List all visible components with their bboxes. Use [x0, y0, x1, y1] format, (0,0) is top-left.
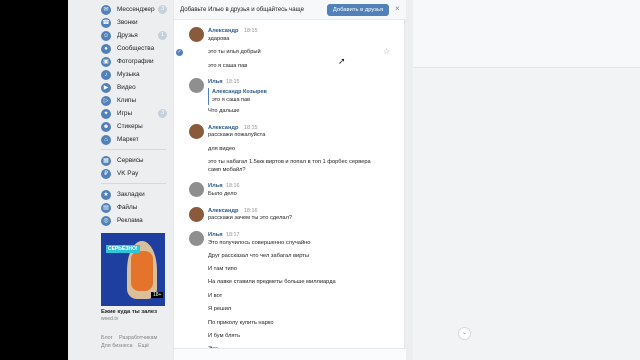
- add-friend-button[interactable]: Добавить в друзья: [327, 4, 389, 16]
- add-friend-text: Добавьте Илью в друзья и общайтесь чаще: [180, 6, 304, 13]
- video-frame: ✉ Мессенджер 3 ☎ Звонки ☺ Друзья 1 ● Сообществ…: [0, 0, 640, 360]
- avatar[interactable]: [189, 27, 204, 42]
- sidebar-item-music[interactable]: ♪ Музыка: [68, 68, 168, 81]
- quoted-message[interactable]: Александр Козырев это я саша пав: [208, 88, 308, 105]
- footer-link-blog[interactable]: Блог: [101, 335, 113, 341]
- games-icon: ✦: [101, 108, 111, 119]
- message-text: И бум блять: [208, 333, 241, 339]
- ad-url[interactable]: weed.tv: [101, 316, 118, 322]
- bookmark-icon: ★: [101, 189, 111, 200]
- message-text: это я саша пав: [208, 63, 248, 69]
- sticker-icon: ☻: [101, 121, 111, 132]
- message-time: 18:15: [226, 79, 240, 85]
- groups-icon: ●: [101, 43, 111, 54]
- vkpay-icon: ₽: [101, 168, 111, 179]
- music-icon: ♪: [101, 69, 111, 80]
- message-input-bar[interactable]: [174, 348, 406, 360]
- sidebar-divider: [101, 183, 166, 184]
- cursor-icon: ➚: [338, 56, 346, 66]
- ads-icon: ◎: [101, 215, 111, 226]
- chevron-down-icon[interactable]: ⌄: [458, 327, 471, 340]
- check-icon[interactable]: ✓: [176, 49, 183, 56]
- message-text: И вот: [208, 293, 223, 299]
- message-text: По приколу купить нарко: [208, 320, 274, 326]
- sidebar-item-market[interactable]: ⌂ Маркет: [68, 133, 168, 146]
- footer-link-more[interactable]: Ещё: [138, 343, 149, 349]
- friends-badge: 1: [158, 31, 167, 40]
- sidebar-item-vkpay[interactable]: ₽ VK Pay: [68, 167, 168, 180]
- avatar[interactable]: [189, 231, 204, 246]
- sidebar-item-games[interactable]: ✦ Игры 3: [68, 107, 168, 120]
- close-icon[interactable]: ×: [395, 4, 400, 13]
- avatar[interactable]: [189, 207, 204, 222]
- message-author[interactable]: Илья: [208, 79, 223, 85]
- message-text: это ты илья добрый: [208, 49, 261, 55]
- sidebar-item-clips[interactable]: ▷ Клипы: [68, 94, 168, 107]
- footer-link-dev[interactable]: Разработчикам: [119, 335, 157, 341]
- avatar[interactable]: [189, 124, 204, 139]
- files-icon: ▤: [101, 202, 111, 213]
- message-text: расскажи пожалуйста: [208, 132, 266, 138]
- message-text: Что дальше: [208, 108, 240, 114]
- vk-window: ✉ Мессенджер 3 ☎ Звонки ☺ Друзья 1 ● Сообществ…: [68, 0, 640, 360]
- games-badge: 3: [158, 109, 167, 118]
- services-icon: ▦: [101, 155, 111, 166]
- message-author[interactable]: Илья: [208, 183, 223, 189]
- age-rating: 18+: [151, 292, 164, 298]
- ad-figure-shirt: [131, 251, 153, 291]
- message-text: На лавке ставили предметы больше миллиар…: [208, 279, 336, 285]
- sidebar-item-messenger[interactable]: ✉ Мессенджер 3: [68, 3, 168, 16]
- message-text: Это получилось совершенно случайно: [208, 240, 311, 246]
- avatar[interactable]: [189, 78, 204, 93]
- message-text: самп мобайл?: [208, 167, 246, 173]
- sidebar-item-friends[interactable]: ☺ Друзья 1: [68, 29, 168, 42]
- photo-icon: ▣: [101, 56, 111, 67]
- message-text: Было дело: [208, 191, 237, 197]
- sidebar-item-photos[interactable]: ▣ Фотографии: [68, 55, 168, 68]
- message-author[interactable]: Илья: [208, 232, 223, 238]
- sidebar-item-files[interactable]: ▤ Файлы: [68, 201, 168, 214]
- message-text: И там типо: [208, 266, 237, 272]
- unread-badge: 3: [158, 5, 167, 14]
- message-text: это ты набагал 1.5ккк виртов и попал в т…: [208, 159, 371, 165]
- star-icon[interactable]: ☆: [383, 47, 390, 56]
- market-icon: ⌂: [101, 134, 111, 145]
- footer-link-business[interactable]: Для бизнеса: [101, 343, 132, 349]
- quote-text: это я саша пав: [212, 97, 251, 103]
- sidebar-item-video[interactable]: ▶ Видео: [68, 81, 168, 94]
- quote-author: Александр Козырев: [212, 89, 267, 95]
- sidebar-item-services[interactable]: ▦ Сервисы: [68, 154, 168, 167]
- chat-icon: ✉: [101, 4, 111, 15]
- message-time: 18:15: [244, 28, 258, 34]
- friends-icon: ☺: [101, 30, 111, 41]
- add-friend-bar: Добавьте Илью в друзья и общайтесь чаще …: [174, 0, 406, 20]
- chat-panel: Добавьте Илью в друзья и общайтесь чаще …: [173, 0, 471, 360]
- sidebar-item-calls[interactable]: ☎ Звонки: [68, 16, 168, 29]
- ad-banner[interactable]: СЕРЬЁЗНО! 18+: [101, 233, 165, 306]
- sidebar-item-groups[interactable]: ● Сообщества: [68, 42, 168, 55]
- sidebar-item-ads[interactable]: ◎ Реклама: [68, 214, 168, 227]
- sidebar-divider: [101, 149, 166, 150]
- message-text: расскажи зачем ты это сделал?: [208, 215, 293, 221]
- avatar[interactable]: [189, 182, 204, 197]
- right-panel-card: [413, 0, 640, 68]
- message-text: Я решил: [208, 306, 232, 312]
- sidebar: ✉ Мессенджер 3 ☎ Звонки ☺ Друзья 1 ● Сообществ…: [68, 0, 168, 360]
- message-text: для видео: [208, 146, 236, 152]
- message-text: здарова: [208, 36, 230, 42]
- message-time: 18:16: [226, 183, 240, 189]
- sidebar-item-stickers[interactable]: ☻ Стикеры: [68, 120, 168, 133]
- message-time: 18:17: [226, 232, 240, 238]
- ad-badge: СЕРЬЁЗНО!: [106, 245, 140, 253]
- message-text: Друг рассказал что чел забагал вирты: [208, 253, 309, 259]
- ad-title[interactable]: Ежие куда ты залез: [101, 309, 157, 315]
- message-author[interactable]: Александр: [208, 28, 239, 34]
- sidebar-item-bookmarks[interactable]: ★ Закладки: [68, 188, 168, 201]
- right-panel: [413, 0, 640, 360]
- video-icon: ▶: [101, 82, 111, 93]
- clips-icon: ▷: [101, 95, 111, 106]
- phone-icon: ☎: [101, 17, 111, 28]
